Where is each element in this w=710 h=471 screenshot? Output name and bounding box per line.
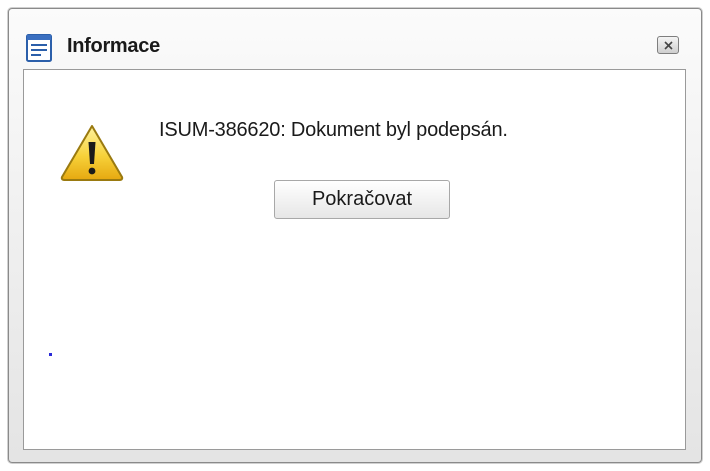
close-icon — [664, 41, 673, 50]
close-button[interactable] — [657, 36, 679, 54]
continue-button[interactable]: Pokračovat — [274, 180, 450, 219]
document-lines-icon — [26, 34, 52, 62]
dialog-title: Informace — [67, 35, 160, 57]
info-dialog: Informace ISUM-386620: Dokument byl pode… — [8, 8, 702, 463]
warning-icon — [59, 122, 125, 182]
focus-dot — [49, 353, 52, 356]
dialog-message: ISUM-386620: Dokument byl podepsán. — [159, 119, 508, 141]
dialog-content: ISUM-386620: Dokument byl podepsán. Pokr… — [23, 69, 686, 450]
